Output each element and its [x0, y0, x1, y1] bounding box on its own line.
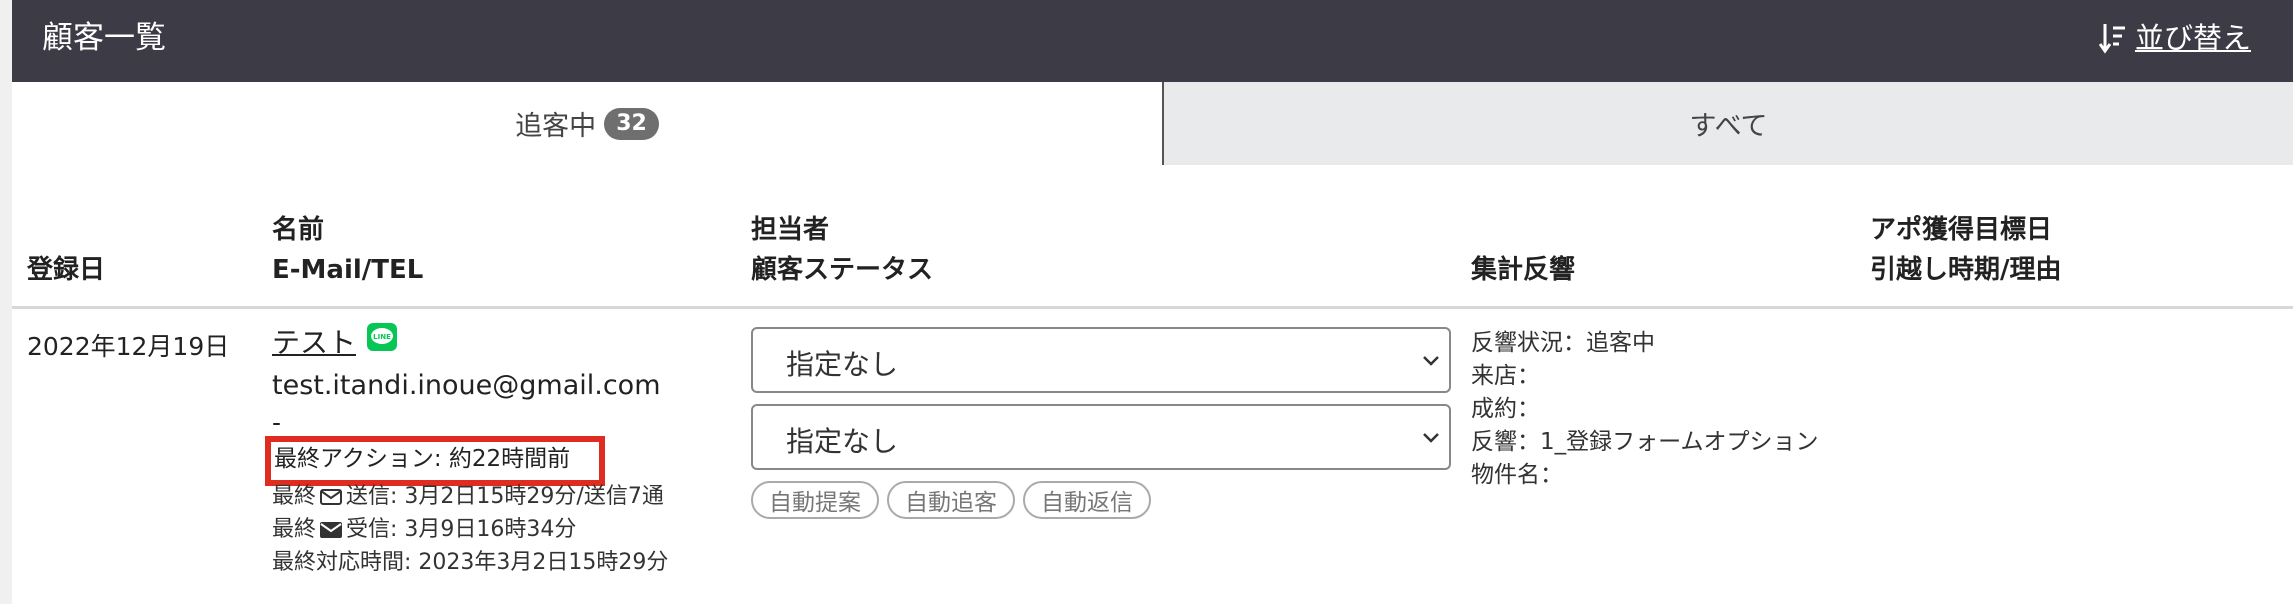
last-sent-text: 送信: 3月2日15時29分/送信7通: [346, 484, 664, 509]
customer-tel: -: [272, 408, 282, 437]
customer-name-link[interactable]: テスト: [272, 326, 356, 359]
customer-email: test.itandi.inoue@gmail.com: [272, 370, 661, 401]
stat-response-status: 反響状況：追客中: [1471, 330, 1655, 356]
status-select[interactable]: 指定なし: [751, 404, 1451, 470]
header-divider: [12, 306, 2293, 309]
sort-button[interactable]: 並び替え: [2098, 20, 2251, 56]
page-title: 顧客一覧: [42, 20, 166, 56]
staff-select-value: 指定なし: [786, 348, 899, 381]
col-moving: 引越し時期/理由: [1870, 255, 2062, 285]
last-recv-prefix: 最終: [272, 517, 317, 542]
registered-date: 2022年12月19日: [27, 332, 230, 361]
tab-following[interactable]: 追客中 32: [12, 82, 1164, 165]
col-appo: アポ獲得目標日: [1870, 215, 2053, 245]
tab-all-label: すべて: [1689, 111, 1768, 142]
last-response-time: 最終対応時間: 2023年3月2日15時29分: [272, 550, 669, 575]
last-sent-line: 最終 送信: 3月2日15時29分/送信7通: [272, 482, 664, 512]
stat-visit: 来店：: [1471, 363, 1540, 389]
last-recv-text: 受信: 3月9日16時34分: [346, 517, 577, 542]
tab-bar: 追客中 32 すべて: [12, 82, 2293, 165]
col-status: 顧客ステータス: [751, 255, 934, 285]
customer-name-cell: テスト LINE: [272, 323, 398, 361]
mail-outline-icon: [320, 489, 343, 505]
stat-contract: 成約：: [1471, 396, 1540, 422]
sort-icon: [2098, 24, 2125, 54]
svg-text:LINE: LINE: [373, 333, 391, 341]
staff-select[interactable]: 指定なし: [751, 327, 1451, 393]
customer-list-panel: 顧客一覧 並び替え 追客中 32 すべて 登録日 名前 E-Mail/TEL 担…: [12, 0, 2293, 604]
count-badge: 32: [604, 107, 659, 140]
line-icon: LINE: [366, 323, 397, 351]
stat-response-source: 反響：1_登録フォームオプション: [1471, 429, 1819, 455]
status-select-value: 指定なし: [786, 425, 899, 458]
auto-reply-button[interactable]: 自動返信: [1023, 481, 1151, 519]
mail-filled-icon: [320, 522, 343, 538]
chevron-down-icon: [1423, 433, 1439, 443]
stat-property-name: 物件名：: [1471, 462, 1563, 488]
chevron-down-icon: [1423, 356, 1439, 366]
auto-follow-button[interactable]: 自動追客: [887, 481, 1015, 519]
tab-following-label: 追客中: [515, 111, 597, 142]
col-registered: 登録日: [27, 255, 106, 285]
last-recv-line: 最終 受信: 3月9日16時34分: [272, 515, 576, 545]
sort-label: 並び替え: [2134, 21, 2251, 55]
tab-all[interactable]: すべて: [1164, 82, 2293, 165]
col-response: 集計反響: [1471, 255, 1576, 285]
col-email-tel: E-Mail/TEL: [272, 255, 424, 285]
page-header: 顧客一覧 並び替え: [12, 0, 2293, 82]
col-name: 名前: [272, 215, 325, 245]
last-sent-prefix: 最終: [272, 484, 317, 509]
last-action: 最終アクション: 約22時間前: [274, 446, 571, 472]
col-staff: 担当者: [751, 215, 830, 245]
auto-suggest-button[interactable]: 自動提案: [751, 481, 879, 519]
